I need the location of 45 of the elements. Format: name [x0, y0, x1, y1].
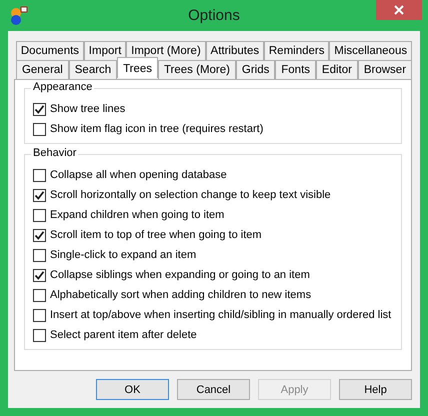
- checkbox-label: Scroll item to top of tree when going to item: [50, 229, 262, 241]
- group-title: Appearance: [31, 81, 94, 93]
- checkbox[interactable]: [33, 268, 46, 282]
- window-title: Options: [188, 7, 240, 24]
- tab[interactable]: Browser: [358, 60, 412, 79]
- dialog-button[interactable]: OK: [96, 379, 169, 400]
- checkbox[interactable]: [33, 168, 46, 182]
- checkbox-label: Collapse all when opening database: [50, 169, 227, 181]
- checkbox[interactable]: [33, 248, 46, 262]
- dialog-button[interactable]: Cancel: [177, 379, 250, 400]
- checkbox-label: Alphabetically sort when adding children to new items: [50, 289, 312, 301]
- tab[interactable]: Attributes: [206, 41, 264, 60]
- checkbox-label: Collapse siblings when expanding or going to an item: [50, 269, 310, 281]
- tab[interactable]: General: [16, 60, 69, 79]
- checkbox[interactable]: [33, 188, 46, 202]
- tab[interactable]: Fonts: [275, 60, 316, 79]
- checkbox-label: Show item flag icon in tree (requires restart): [50, 123, 264, 135]
- dialog-button[interactable]: Help: [339, 379, 412, 400]
- tab[interactable]: Documents: [16, 41, 84, 60]
- checkbox-label: Show tree lines: [50, 103, 126, 115]
- checkbox-label: Expand children when going to item: [50, 209, 224, 221]
- tab[interactable]: Search: [68, 60, 118, 79]
- checkbox-label: Single-click to expand an item: [50, 249, 196, 261]
- close-button[interactable]: [376, 0, 422, 20]
- app-icon: [10, 6, 28, 26]
- checkbox-label: Scroll horizontally on selection change to keep text visible: [50, 189, 331, 201]
- checkbox[interactable]: [33, 308, 46, 322]
- tab[interactable]: Import (More): [126, 41, 206, 60]
- checkbox[interactable]: [33, 228, 46, 242]
- checkbox[interactable]: [33, 208, 46, 222]
- tab[interactable]: Editor: [316, 60, 358, 79]
- checkbox-label: Insert at top/above when inserting child/sibling in manually ordered list: [50, 309, 392, 321]
- tab[interactable]: Miscellaneous: [329, 41, 412, 60]
- checkbox[interactable]: [33, 102, 46, 116]
- group-title: Behavior: [31, 147, 78, 159]
- tab[interactable]: Trees: [117, 57, 158, 78]
- close-icon: [394, 5, 404, 15]
- tab[interactable]: Reminders: [264, 41, 330, 60]
- tab[interactable]: Import: [84, 41, 126, 60]
- tab[interactable]: Grids: [236, 60, 276, 79]
- checkbox[interactable]: [33, 122, 46, 136]
- tab[interactable]: Trees (More): [158, 60, 236, 79]
- checkbox[interactable]: [33, 328, 46, 342]
- checkbox-label: Select parent item after delete: [50, 329, 197, 341]
- checkbox[interactable]: [33, 288, 46, 302]
